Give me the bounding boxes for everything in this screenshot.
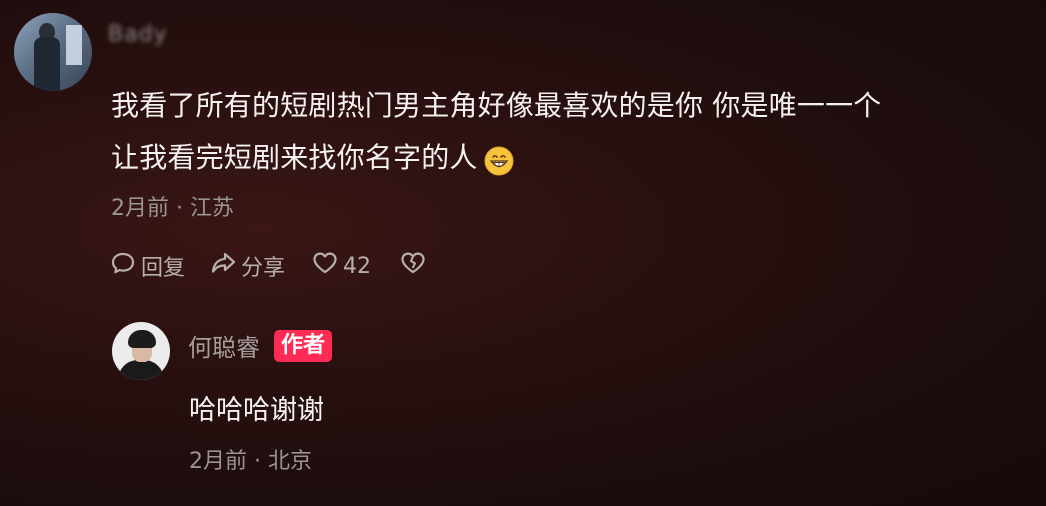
- reply-meta: 2月前 · 北京: [189, 443, 312, 475]
- reply-header: 何聪睿 作者: [188, 328, 333, 363]
- avatar-figure: [34, 37, 60, 91]
- reply-location: 北京: [268, 449, 313, 474]
- dislike-button[interactable]: [399, 249, 427, 283]
- broken-heart-icon: [399, 249, 427, 283]
- comment-location: 江苏: [190, 196, 235, 221]
- comment-username[interactable]: Bady: [108, 22, 168, 47]
- comment-meta: 2月前 · 江苏: [111, 190, 234, 222]
- comment-actions: 回复 分享 42: [109, 248, 427, 284]
- avatar[interactable]: [14, 13, 92, 91]
- comment-text: 我看了所有的短剧热门男主角好像最喜欢的是你 你是唯一一个 让我看完短剧来找你名字…: [111, 80, 1041, 184]
- reply-username[interactable]: 何聪睿: [188, 328, 260, 363]
- heart-icon: [311, 249, 339, 283]
- reply-avatar[interactable]: [112, 322, 170, 380]
- like-count: 42: [343, 253, 372, 279]
- avatar-background: [66, 25, 82, 65]
- avatar-body: [118, 360, 164, 380]
- share-icon: [209, 249, 237, 283]
- avatar-hair: [128, 330, 156, 348]
- meta-separator: ·: [254, 449, 261, 474]
- reply-time: 2月前: [189, 449, 247, 474]
- comment-text-line: 我看了所有的短剧热门男主角好像最喜欢的是你 你是唯一一个: [111, 89, 882, 122]
- reply-button[interactable]: 回复: [109, 249, 185, 283]
- share-label: 分享: [241, 256, 286, 281]
- author-badge: 作者: [274, 329, 333, 362]
- reply-icon: [109, 249, 137, 283]
- grinning-face-icon: [484, 141, 514, 176]
- comment-text-line-content: 让我看完短剧来找你名字的人: [111, 141, 478, 174]
- share-button[interactable]: 分享: [209, 249, 285, 283]
- meta-separator: ·: [176, 196, 183, 221]
- reply-text: 哈哈哈谢谢: [189, 395, 324, 426]
- like-button[interactable]: 42: [311, 249, 371, 283]
- reply-label: 回复: [141, 256, 186, 281]
- comment-text-line-2: 让我看完短剧来找你名字的人: [111, 132, 1041, 184]
- comment-time: 2月前: [111, 196, 169, 221]
- comment-thread: Bady 我看了所有的短剧热门男主角好像最喜欢的是你 你是唯一一个 让我看完短剧…: [0, 0, 1046, 506]
